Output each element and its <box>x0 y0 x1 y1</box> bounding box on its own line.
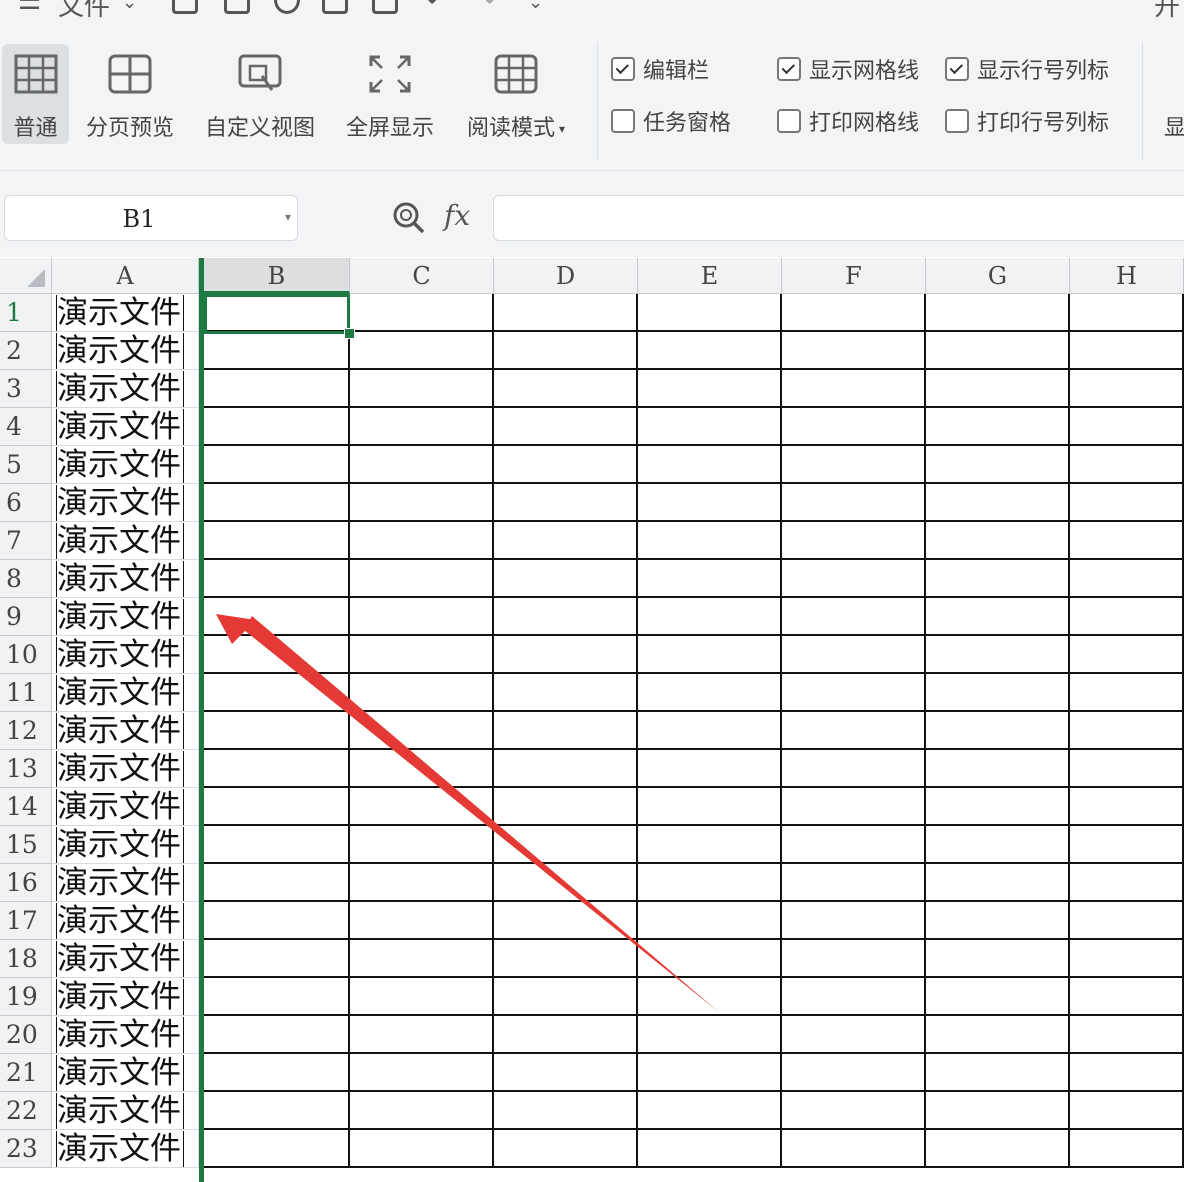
insert-function-button[interactable]: fx <box>444 199 470 232</box>
checkbox-print-gridlines[interactable]: 打印网格线 <box>777 106 919 136</box>
chevron-down-icon[interactable]: ⌄ <box>122 0 137 13</box>
checkbox-print-headings[interactable]: 打印行号列标 <box>945 106 1109 136</box>
checkbox-unchecked-icon[interactable] <box>777 109 801 133</box>
undo-icon[interactable]: ↶ <box>426 0 448 16</box>
checkbox-task-pane[interactable]: 任务窗格 <box>611 106 731 136</box>
ribbon-overflow-label[interactable]: 显 <box>1164 110 1184 142</box>
name-box-value: B1 <box>122 205 156 233</box>
checkbox-show-gridlines[interactable]: 显示网格线 <box>777 54 919 84</box>
zoom-search-icon[interactable] <box>392 201 426 235</box>
name-box-dropdown-icon[interactable]: ▾ <box>285 210 291 224</box>
checkbox-edit-bar-label: 编辑栏 <box>643 59 710 84</box>
checkbox-show-headings[interactable]: 显示行号列标 <box>945 54 1109 84</box>
ribbon-separator <box>597 42 598 160</box>
checkbox-checked-icon[interactable] <box>777 57 801 81</box>
checkbox-task-pane-label: 任务窗格 <box>643 111 732 136</box>
normal-view-button[interactable]: 普通 <box>2 44 69 144</box>
checkbox-checked-icon[interactable] <box>611 57 635 81</box>
annotation-arrow-icon <box>216 614 720 1013</box>
checkbox-print-headings-label: 打印行号列标 <box>977 111 1110 136</box>
checkbox-show-headings-label: 显示行号列标 <box>977 59 1110 84</box>
fullscreen-label: 全屏显示 <box>345 116 434 141</box>
menu-icon[interactable]: ☰ <box>18 0 41 16</box>
name-box[interactable]: B1 ▾ <box>4 195 298 241</box>
redo-icon[interactable]: ↷ <box>474 0 496 16</box>
file-menu[interactable]: 文件 <box>58 0 110 22</box>
checkbox-unchecked-icon[interactable] <box>945 109 969 133</box>
quick-access-toolbar: ☰ 文件 ⌄ ↶ ↷ ⌄ 开 <box>0 0 1184 22</box>
formula-bar: B1 ▾ fx <box>0 171 1184 257</box>
checkbox-show-gridlines-label: 显示网格线 <box>809 59 920 84</box>
checkbox-unchecked-icon[interactable] <box>611 109 635 133</box>
customize-chevron-icon[interactable]: ⌄ <box>528 0 543 13</box>
page-break-preview-button[interactable]: 分页预览 <box>80 44 180 144</box>
formula-input[interactable] <box>493 195 1184 241</box>
worksheet-grid: A B C D E F G H 1 演示文件 2 演示文件 3 演示文件 4 演示文件 5 演示文件 6 演示文件 7 演… <box>0 258 1184 1182</box>
checkbox-print-gridlines-label: 打印网格线 <box>809 111 920 136</box>
reading-mode-label: 阅读模式 ▾ <box>456 110 576 142</box>
ribbon-view-tab: ☰ 文件 ⌄ ↶ ↷ ⌄ 开 普通 分页预览 自定义视图 全屏显示 阅读模式 ▾… <box>0 0 1184 171</box>
custom-view-icon <box>238 54 282 91</box>
open-folder-icon[interactable] <box>172 0 198 14</box>
reading-mode-icon <box>494 54 538 94</box>
export-icon[interactable] <box>274 0 300 14</box>
reading-mode-button[interactable]: 阅读模式 ▾ <box>456 44 576 144</box>
page-break-preview-label: 分页预览 <box>85 116 174 141</box>
print-icon[interactable] <box>322 0 348 14</box>
custom-view-button[interactable]: 自定义视图 <box>198 44 322 144</box>
page-break-preview-icon <box>108 54 152 94</box>
reading-mode-text: 阅读模式 <box>466 116 555 141</box>
custom-view-label: 自定义视图 <box>204 116 315 141</box>
quickbar-right-label[interactable]: 开 <box>1154 0 1180 22</box>
fullscreen-button[interactable]: 全屏显示 <box>338 44 442 144</box>
save-icon[interactable] <box>224 0 250 14</box>
ribbon-separator <box>1142 42 1143 160</box>
checkbox-checked-icon[interactable] <box>945 57 969 81</box>
checkbox-edit-bar[interactable]: 编辑栏 <box>611 54 709 84</box>
print-preview-icon[interactable] <box>372 0 398 14</box>
dropdown-caret-icon[interactable]: ▾ <box>559 122 565 136</box>
fullscreen-icon <box>369 55 411 93</box>
normal-view-icon <box>14 54 57 94</box>
normal-view-label: 普通 <box>13 116 58 141</box>
